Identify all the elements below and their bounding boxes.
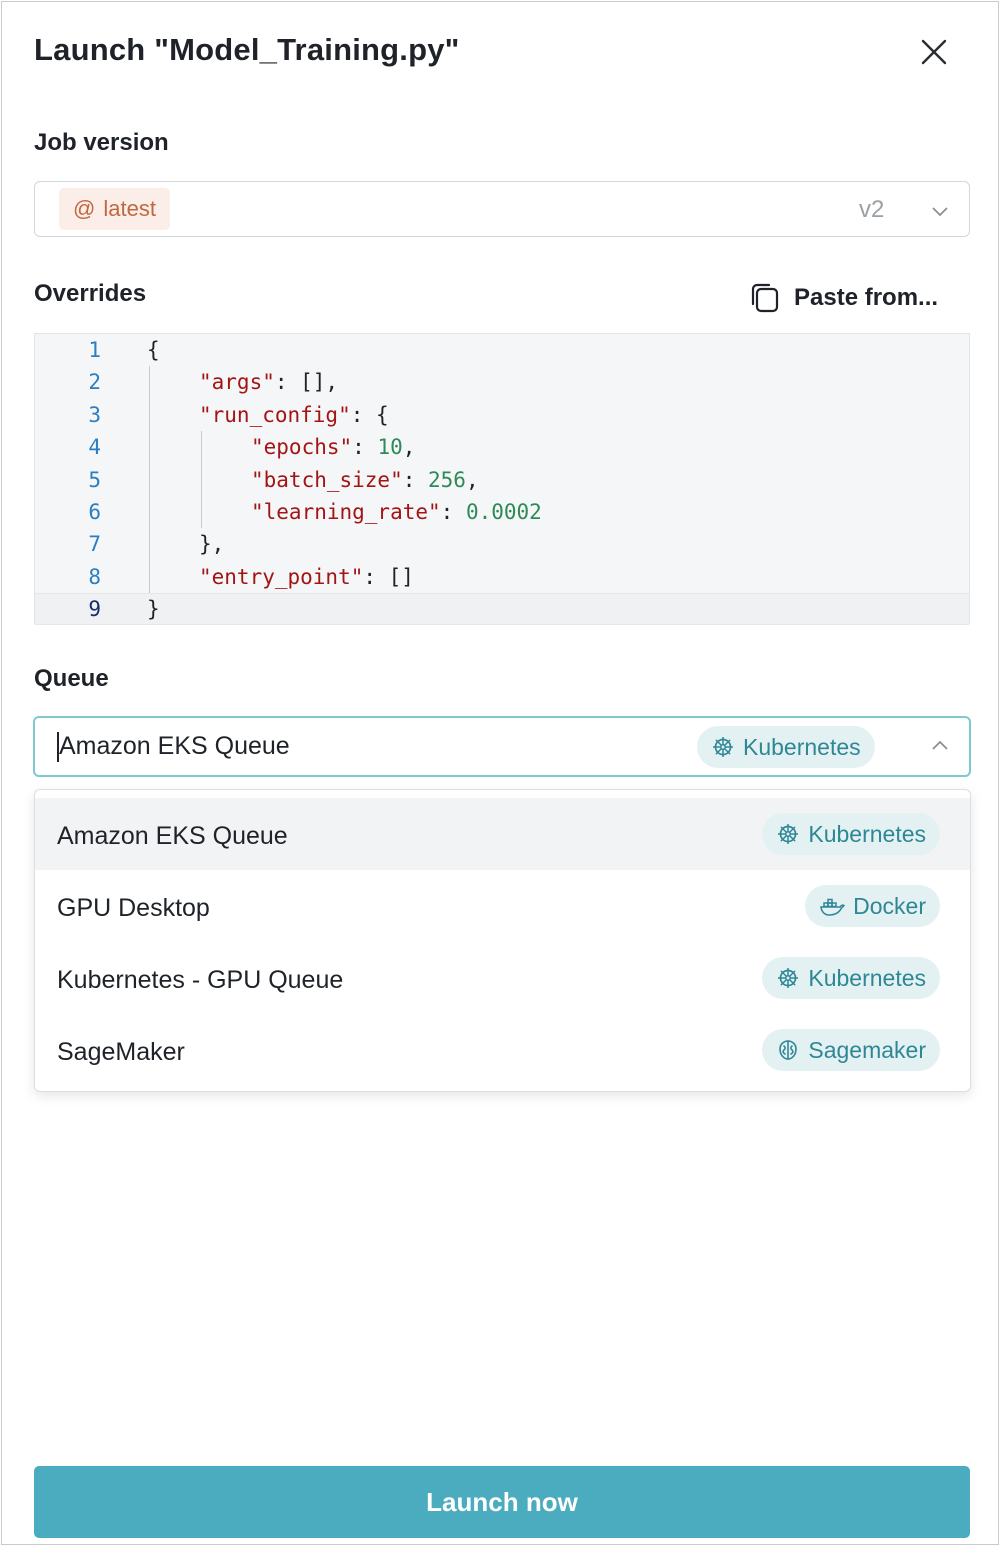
code-line: 7}, <box>35 528 969 560</box>
overrides-label: Overrides <box>34 280 147 307</box>
code-text: { <box>147 338 160 362</box>
code-text: "run_config": { <box>199 402 389 427</box>
line-number: 1 <box>88 338 101 362</box>
queue-option-type: Kubernetes <box>808 964 926 991</box>
queue-option-type: Docker <box>853 892 926 919</box>
paste-from-label: Paste from... <box>794 284 939 311</box>
chevron-up-icon <box>932 740 948 750</box>
kubernetes-icon <box>713 737 733 757</box>
queue-option-label: Amazon EKS Queue <box>57 822 288 850</box>
queue-option-label: SageMaker <box>57 1038 185 1066</box>
line-number: 2 <box>88 370 101 395</box>
job-version-label: Job version <box>34 129 169 156</box>
queue-option-label: Kubernetes - GPU Queue <box>57 966 344 994</box>
queue-type-badge: Kubernetes <box>697 726 875 768</box>
version-tag: @ latest <box>59 188 170 230</box>
queue-option-type: Sagemaker <box>808 1036 926 1063</box>
launch-dialog: Launch "Model_Training.py" Job version @… <box>1 1 999 1545</box>
kubernetes-icon <box>778 968 799 988</box>
queue-option-badge: Sagemaker <box>762 1029 940 1071</box>
code-line: 1{ <box>35 334 969 366</box>
code-text: "args": [], <box>199 370 339 395</box>
chevron-down-icon <box>932 207 948 217</box>
queue-label: Queue <box>34 665 109 692</box>
queue-select-input[interactable]: Amazon EKS Queue Kubernetes <box>33 716 971 777</box>
code-text: "learning_rate": 0.0002 <box>251 500 542 524</box>
indent-guide <box>149 366 150 594</box>
queue-option-badge: Docker <box>805 885 940 927</box>
line-number: 3 <box>88 402 101 427</box>
code-line: 3 "run_config": { <box>35 399 969 431</box>
queue-option-type: Kubernetes <box>808 820 926 847</box>
code-line: 9} <box>35 593 969 626</box>
close-icon <box>921 39 947 65</box>
paste-from-button[interactable]: Paste from... <box>748 282 938 314</box>
sagemaker-icon <box>779 1040 798 1060</box>
launch-now-button[interactable]: Launch now <box>34 1466 970 1538</box>
version-tag-label: latest <box>103 196 156 221</box>
queue-option-badge: Kubernetes <box>762 957 940 999</box>
line-number: 6 <box>88 500 101 524</box>
queue-option[interactable]: Amazon EKS Queue Kubernetes <box>35 798 970 870</box>
close-button[interactable] <box>914 32 954 72</box>
code-text: }, <box>199 532 225 557</box>
queue-selected-value: Amazon EKS Queue <box>59 732 290 760</box>
queue-dropdown-menu: Amazon EKS Queue Kubernetes GPU Desktop <box>34 789 971 1092</box>
overrides-code-editor[interactable]: 1{2 "args": [], 3 "run_config": {4 "epochs":… <box>34 333 970 626</box>
at-icon: @ <box>73 196 96 221</box>
version-number: v2 <box>859 196 885 223</box>
code-line: 6 "learning_rate": 0.0002 <box>35 496 969 528</box>
line-number: 8 <box>88 564 101 589</box>
code-text: "entry_point": [] <box>199 564 414 589</box>
queue-option[interactable]: SageMaker Sagemaker <box>35 1014 970 1086</box>
queue-option[interactable]: GPU Desktop Docker <box>35 870 970 942</box>
copy-icon <box>751 283 779 313</box>
indent-guide <box>201 431 202 529</box>
kubernetes-icon <box>778 824 799 844</box>
code-text: "batch_size": 256, <box>251 467 479 492</box>
line-number: 7 <box>88 532 101 557</box>
line-number: 4 <box>88 435 101 460</box>
job-version-select[interactable]: @ latest v2 <box>34 181 970 237</box>
queue-option-badge: Kubernetes <box>762 813 940 855</box>
queue-option-label: GPU Desktop <box>57 894 210 922</box>
queue-option[interactable]: Kubernetes - GPU Queue Kubernetes <box>35 942 970 1014</box>
code-text: "epochs": 10, <box>251 435 416 460</box>
line-number: 9 <box>88 597 101 622</box>
code-line: 5 "batch_size": 256, <box>35 464 969 496</box>
code-line: 4 "epochs": 10, <box>35 431 969 463</box>
code-line: 8 "entry_point": [] <box>35 561 969 593</box>
docker-icon <box>820 898 846 916</box>
code-line: 2 "args": [], <box>35 366 969 398</box>
queue-type-label: Kubernetes <box>743 733 861 760</box>
dialog-title: Launch "Model_Training.py" <box>34 32 460 67</box>
code-text: } <box>147 597 160 622</box>
line-number: 5 <box>88 467 101 492</box>
